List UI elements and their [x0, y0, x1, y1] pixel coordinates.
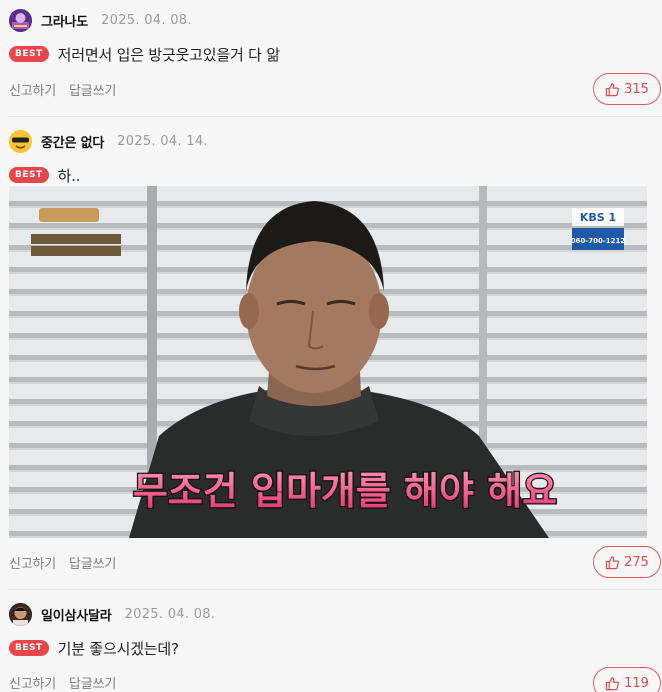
comment-header: 중간은 없다 2025. 04. 14. [9, 129, 208, 153]
reply-button[interactable]: 답글쓰기 [69, 673, 116, 692]
comment-body: BEST 저러면서 입은 방긋웃고있을거 다 앎 [9, 43, 280, 65]
comment-text: 기분 좋으시겠는데? [57, 639, 179, 658]
best-badge: BEST [9, 167, 49, 183]
comment-date: 2025. 04. 08. [124, 606, 216, 622]
comment-body: BEST 하.. [9, 164, 81, 186]
comment-body: BEST 기분 좋으시겠는데? [9, 637, 179, 659]
comment-actions: 신고하기 답글쓰기 [9, 552, 129, 572]
thumbs-up-icon [605, 676, 620, 691]
tv-channel-label: KBS 1 [580, 211, 616, 224]
nickname[interactable]: 일이삼사달라 [41, 605, 112, 624]
comment-header: 일이삼사달라 2025. 04. 08. [9, 602, 215, 626]
reply-button[interactable]: 답글쓰기 [69, 553, 116, 572]
report-button[interactable]: 신고하기 [9, 673, 56, 692]
report-button[interactable]: 신고하기 [9, 80, 56, 99]
video-caption: 무조건 입마개를 해야 해요 [133, 469, 557, 513]
comment-image[interactable]: KBS 1 060-700-1212 무조건 입마개를 해야 해요 [9, 186, 647, 538]
comment-date: 2025. 04. 14. [117, 133, 208, 149]
user-avatar[interactable] [9, 8, 32, 32]
comment-date: 2025. 04. 08. [101, 12, 192, 28]
best-badge: BEST [9, 640, 49, 656]
like-button[interactable]: 119 [593, 667, 661, 692]
like-count: 275 [624, 554, 649, 570]
comment-text: 하.. [57, 166, 81, 185]
comment-actions: 신고하기 답글쓰기 [9, 672, 129, 692]
thumbs-up-icon [605, 555, 620, 570]
comment-header: 그라나도 2025. 04. 08. [9, 8, 192, 32]
comment-divider [8, 589, 662, 590]
like-button[interactable]: 275 [593, 546, 661, 578]
like-count: 315 [624, 81, 649, 97]
report-button[interactable]: 신고하기 [9, 553, 56, 572]
like-count: 119 [624, 675, 649, 691]
best-badge: BEST [9, 46, 49, 62]
nickname[interactable]: 그라나도 [41, 11, 88, 30]
user-avatar[interactable] [9, 129, 32, 153]
tv-phone-label: 060-700-1212 [571, 237, 626, 245]
comment-divider [8, 116, 662, 117]
comment-actions: 신고하기 답글쓰기 [9, 79, 129, 99]
like-button[interactable]: 315 [593, 73, 661, 105]
thumbs-up-icon [605, 82, 620, 97]
user-avatar[interactable] [9, 602, 32, 626]
comment-text: 저러면서 입은 방긋웃고있을거 다 앎 [57, 45, 280, 64]
nickname[interactable]: 중간은 없다 [41, 132, 104, 151]
reply-button[interactable]: 답글쓰기 [69, 80, 116, 99]
